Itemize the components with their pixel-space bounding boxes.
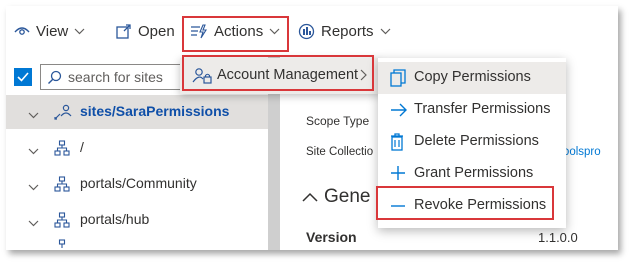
select-all-checkbox[interactable] <box>14 68 32 86</box>
tree-item-root[interactable]: / <box>6 131 268 165</box>
copy-icon <box>390 69 406 91</box>
version-value: 1.1.0.0 <box>538 230 578 245</box>
chevron-down-icon <box>28 142 39 158</box>
menu-item-label: Copy Permissions <box>414 69 531 85</box>
tree-item-label: portals/hub <box>80 211 150 227</box>
general-heading: Gene <box>324 186 371 207</box>
scope-type-label: Scope Type <box>306 114 370 128</box>
tree-item-portals-hub[interactable]: portals/hub <box>6 203 268 237</box>
site-tree-icon <box>54 212 70 231</box>
site-collection-label: Site Collectio <box>306 146 374 158</box>
app-window: View Open Actions Reports search for sit… <box>6 6 618 250</box>
chevron-down-icon <box>380 28 391 35</box>
general-section-toggle[interactable]: Gene <box>302 186 370 208</box>
command-bar: View Open Actions Reports <box>6 6 618 56</box>
tree-item-label: / <box>80 139 84 155</box>
reports-button[interactable]: Reports <box>298 20 391 42</box>
chevron-down-icon <box>28 214 39 230</box>
chevron-down-icon <box>28 106 39 122</box>
revoke-permissions-highlight-box <box>376 186 554 220</box>
menu-item-transfer-permissions[interactable]: Transfer Permissions <box>378 94 566 126</box>
menu-item-label: Transfer Permissions <box>414 101 551 117</box>
search-icon <box>47 70 62 85</box>
open-external-icon <box>116 23 132 39</box>
plus-icon <box>390 165 406 185</box>
open-label: Open <box>138 22 175 40</box>
menu-item-copy-permissions[interactable]: Copy Permissions <box>378 62 566 94</box>
tree-item-partial[interactable] <box>6 239 268 250</box>
reports-label: Reports <box>321 22 374 40</box>
account-management-highlight-box <box>182 55 374 91</box>
menu-item-label: Grant Permissions <box>414 165 534 181</box>
search-placeholder: search for sites <box>68 69 163 85</box>
tree-item-portals-community[interactable]: portals/Community <box>6 167 268 201</box>
chevron-down-icon <box>74 28 85 35</box>
site-tree-icon <box>54 176 70 195</box>
site-tree-icon <box>54 236 70 250</box>
site-tree-icon <box>54 140 70 159</box>
tree-item-label: portals/Community <box>80 175 197 191</box>
actions-highlight-box <box>182 16 289 52</box>
chevron-down-icon <box>28 178 39 194</box>
reports-icon <box>298 23 315 40</box>
eye-icon <box>14 25 30 37</box>
view-label: View <box>36 22 69 40</box>
tree-item-sites-sarapermissions[interactable]: sites/SaraPermissions <box>6 95 268 129</box>
arrow-right-icon <box>390 103 408 121</box>
trash-icon <box>390 133 404 155</box>
version-label: Version <box>306 229 357 245</box>
menu-item-delete-permissions[interactable]: Delete Permissions <box>378 126 566 158</box>
menu-item-label: Delete Permissions <box>414 133 539 149</box>
site-collection-icon <box>54 104 72 123</box>
chevron-up-icon <box>302 192 318 202</box>
open-button[interactable]: Open <box>116 20 175 42</box>
checkmark-icon <box>17 72 29 82</box>
view-button[interactable]: View <box>14 20 85 42</box>
tree-item-label: sites/SaraPermissions <box>80 103 230 119</box>
